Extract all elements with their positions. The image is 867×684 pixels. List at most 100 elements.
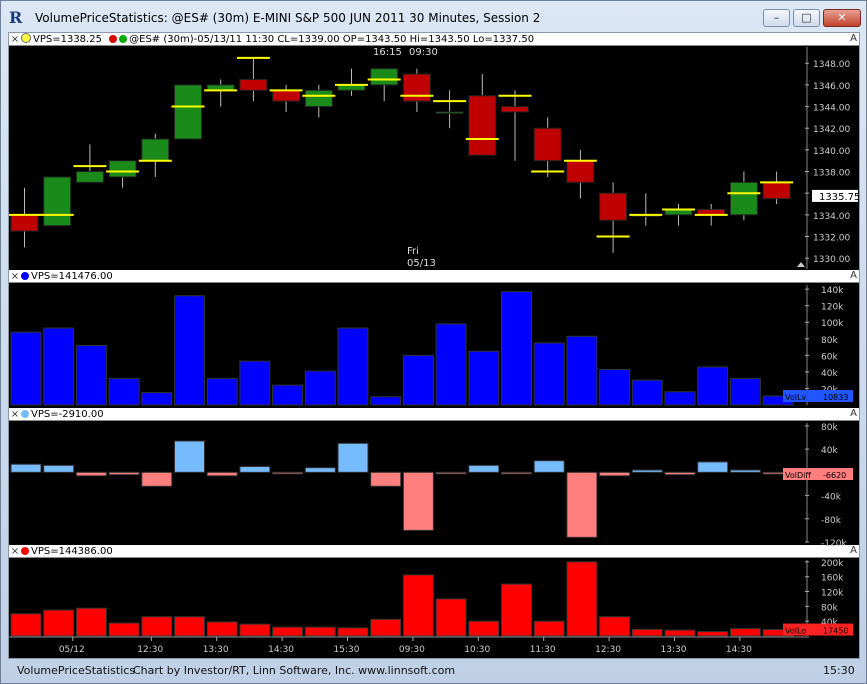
candle-body: [304, 89, 333, 108]
chart-area[interactable]: × VPS=1338.25 @ES# (30m)-05/13/11 11:30 C…: [8, 32, 860, 659]
voldiff-tick-label: 40k: [821, 446, 838, 456]
volume-bar: [370, 396, 402, 406]
time-tick-label: 11:30: [530, 645, 556, 655]
voldiff-tick-label: -120k: [821, 539, 847, 549]
volume-bar: [501, 291, 532, 406]
voldiff-bar: [337, 442, 369, 473]
voldiff-tick-label: -80k: [821, 516, 842, 526]
volume2-bar: [304, 626, 336, 637]
price-annotation: 05/13: [407, 258, 436, 269]
voldiff-tag-value: -6620: [823, 471, 846, 480]
voldiff-bar: [631, 469, 663, 473]
voldiff-bar: [10, 463, 42, 473]
candle-body: [762, 181, 791, 200]
candle-body: [75, 171, 104, 183]
volume2-bar: [370, 618, 402, 637]
candle-body: [599, 192, 628, 221]
voldiff-bar: [43, 464, 75, 473]
time-tick-label: 14:30: [726, 645, 752, 655]
volume-tick-label: 140k: [821, 286, 844, 296]
time-tick-label: 09:30: [399, 645, 425, 655]
voldiff-bar: [370, 471, 402, 487]
volume-tag-name: VolLv: [785, 393, 806, 402]
volume2-bar: [337, 627, 369, 637]
volume-bar: [141, 392, 173, 406]
time-tick-label: 15:30: [334, 645, 360, 655]
voldiff-bar: [239, 466, 271, 473]
volume2-bar: [729, 628, 761, 637]
volume2-bar: [174, 616, 205, 637]
candle-body: [729, 181, 758, 216]
volume-bar: [729, 378, 761, 406]
volume-tick-label: 120k: [821, 303, 844, 313]
volume-bar: [10, 331, 42, 406]
voldiff-tick-label: -40k: [821, 493, 842, 503]
voldiff-bar: [599, 471, 631, 477]
voldiff-bar: [206, 471, 238, 477]
candle-body: [566, 160, 595, 183]
voldiff-bar: [566, 471, 598, 538]
volume2-bar: [566, 561, 598, 637]
voldiff-bar: [729, 469, 761, 473]
voldiff-bar: [435, 471, 467, 475]
window-title: VolumePriceStatistics: @ES# (30m) E-MINI…: [35, 11, 541, 25]
volume-bar: [337, 327, 369, 406]
time-tick-label: 05/12: [59, 645, 85, 655]
volume-bar: [75, 344, 107, 406]
minimize-button[interactable]: –: [763, 9, 790, 27]
volume2-bar: [599, 616, 631, 637]
voldiff-bar: [697, 461, 729, 473]
price-tick-label: 1344.00: [813, 104, 850, 114]
volume-bar: [174, 295, 205, 406]
volume-bar: [402, 354, 434, 406]
volume2-bar: [272, 626, 304, 637]
volume2-bar: [141, 616, 173, 637]
candle-body: [533, 127, 562, 162]
voldiff-bar: [664, 471, 696, 476]
voldiff-tick-label: 80k: [821, 423, 838, 433]
voldiff-bar: [304, 467, 336, 473]
voldiff-tag-name: VolDiff: [785, 471, 811, 480]
price-annotation: 09:30: [409, 47, 438, 58]
price-annotation: Fri: [407, 246, 419, 257]
price-tick-label: 1340.00: [813, 147, 850, 157]
close-button[interactable]: ✕: [823, 9, 861, 27]
volume2-tick-label: 200k: [821, 559, 844, 569]
candle-body: [501, 106, 529, 113]
volume-tag-value: 10833: [823, 393, 848, 402]
volume2-tag-name: VolLo: [785, 627, 806, 636]
volume2-bar: [533, 620, 565, 637]
candle-body: [43, 176, 72, 227]
candle-body: [174, 84, 202, 140]
volume-bar: [566, 335, 598, 406]
volume-bar: [304, 370, 336, 406]
volume2-bar: [664, 629, 696, 637]
volume2-bar: [43, 609, 75, 637]
title-bar[interactable]: R VolumePriceStatistics: @ES# (30m) E-MI…: [1, 1, 866, 35]
last-price-label: 1335.75: [819, 192, 859, 203]
price-tick-label: 1330.00: [813, 255, 850, 265]
candle-body: [435, 111, 464, 114]
voldiff-bar: [468, 464, 500, 473]
volume2-tick-label: 120k: [821, 589, 844, 599]
volume2-bar: [108, 622, 140, 637]
volume-bar: [108, 378, 140, 406]
maximize-button[interactable]: □: [793, 9, 820, 27]
volume-bar: [435, 323, 467, 406]
voldiff-bar: [174, 440, 205, 473]
volume-bar: [272, 384, 304, 406]
candle-body: [10, 214, 39, 232]
status-time: 15:30: [823, 664, 855, 677]
volume-bar: [43, 327, 75, 406]
volume-bar: [631, 379, 663, 406]
price-tick-label: 1342.00: [813, 125, 850, 135]
price-tick-label: 1332.00: [813, 234, 850, 244]
volume-bar: [599, 368, 631, 406]
volume2-bar: [10, 613, 42, 637]
candle-body: [370, 68, 399, 86]
volume2-bar: [206, 621, 238, 637]
voldiff-bar: [141, 471, 173, 487]
volume-bar: [533, 342, 565, 406]
voldiff-bar: [108, 471, 140, 476]
scroll-marker-icon: [797, 262, 805, 267]
